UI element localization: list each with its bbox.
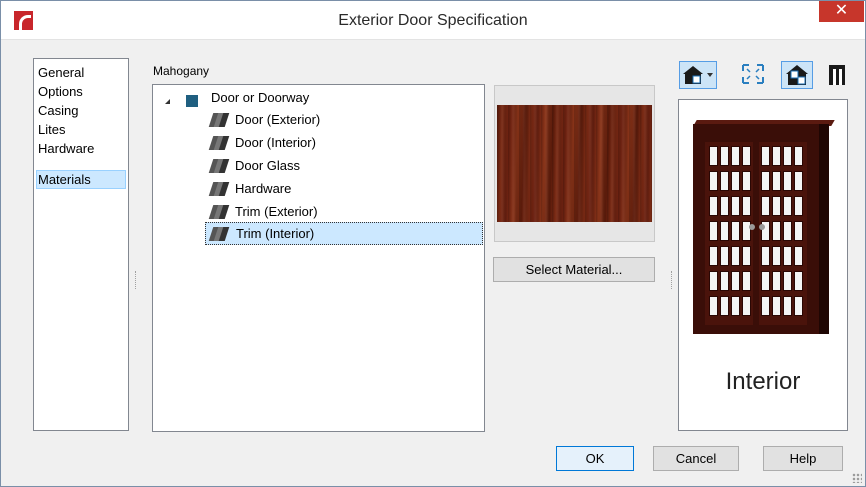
material-icon	[208, 158, 230, 174]
tree-root-label: Door or Doorway	[211, 90, 310, 105]
select-material-button[interactable]: Select Material...	[493, 257, 655, 282]
close-button[interactable]: ✕	[819, 1, 864, 22]
swatch-icon	[186, 95, 198, 107]
frame-button[interactable]	[823, 61, 851, 89]
window-title: Exterior Door Specification	[338, 12, 528, 29]
tree-item-trim-exterior[interactable]: Trim (Exterior)	[208, 201, 409, 223]
tree-item-door-glass[interactable]: Door Glass	[208, 155, 409, 177]
dialog-window: Exterior Door Specification ✕ General Op…	[0, 0, 866, 487]
nav-item-general[interactable]: General	[36, 63, 126, 82]
material-preview	[494, 85, 655, 242]
side-toggle-icon	[786, 65, 808, 85]
tree-item-label: Door Glass	[235, 158, 301, 173]
camera-view-icon	[683, 66, 713, 84]
door-handle	[759, 224, 765, 230]
tree-item-hardware[interactable]: Hardware	[208, 178, 409, 200]
category-list: General Options Casing Lites Hardware Ma…	[33, 58, 129, 431]
tree-root-row[interactable]: Door or Doorway	[153, 87, 483, 109]
tree-item-label: Trim (Interior)	[236, 226, 315, 241]
current-material-label: Mahogany	[153, 64, 210, 78]
tree-item-door-exterior[interactable]: Door (Exterior)	[208, 109, 409, 131]
tree-item-trim-interior[interactable]: Trim (Interior)	[205, 222, 483, 245]
tree-item-label: Door (Interior)	[235, 135, 316, 150]
camera-view-button[interactable]	[679, 61, 717, 89]
material-icon	[208, 135, 230, 151]
material-icon	[208, 204, 230, 220]
resize-grip-icon[interactable]	[852, 473, 862, 483]
preview-side-label: Interior	[725, 368, 801, 395]
tree-item-label: Trim (Exterior)	[235, 204, 318, 219]
title-bar: Exterior Door Specification ✕	[1, 1, 865, 40]
door-leaf-left	[705, 142, 753, 325]
right-splitter[interactable]	[671, 271, 673, 289]
material-icon	[208, 226, 230, 242]
tree-item-label: Hardware	[235, 181, 292, 196]
fit-view-icon	[742, 64, 764, 84]
collapse-arrow-icon[interactable]	[165, 99, 170, 104]
door-leaf-right	[759, 142, 807, 325]
wood-texture-swatch	[497, 105, 652, 222]
tree-item-label: Door (Exterior)	[235, 112, 321, 127]
interior-exterior-toggle[interactable]	[781, 61, 813, 89]
door-3d-preview: Interior	[678, 99, 848, 431]
cancel-button[interactable]: Cancel	[653, 446, 739, 471]
door-model	[693, 124, 829, 334]
nav-item-options[interactable]: Options	[36, 82, 126, 101]
nav-item-materials[interactable]: Materials	[36, 170, 126, 189]
help-button[interactable]: Help	[763, 446, 843, 471]
left-splitter[interactable]	[135, 271, 137, 289]
material-icon	[208, 181, 230, 197]
material-icon	[208, 112, 230, 128]
fit-view-button[interactable]	[739, 61, 767, 89]
nav-item-casing[interactable]: Casing	[36, 101, 126, 120]
door-handle	[749, 224, 755, 230]
nav-item-hardware[interactable]: Hardware	[36, 139, 126, 158]
tree-item-door-interior[interactable]: Door (Interior)	[208, 132, 409, 154]
nav-item-lites[interactable]: Lites	[36, 120, 126, 139]
frame-icon	[829, 65, 845, 85]
material-tree: Door or Doorway Door (Exterior) Door (In…	[152, 84, 485, 432]
ok-button[interactable]: OK	[556, 446, 634, 471]
